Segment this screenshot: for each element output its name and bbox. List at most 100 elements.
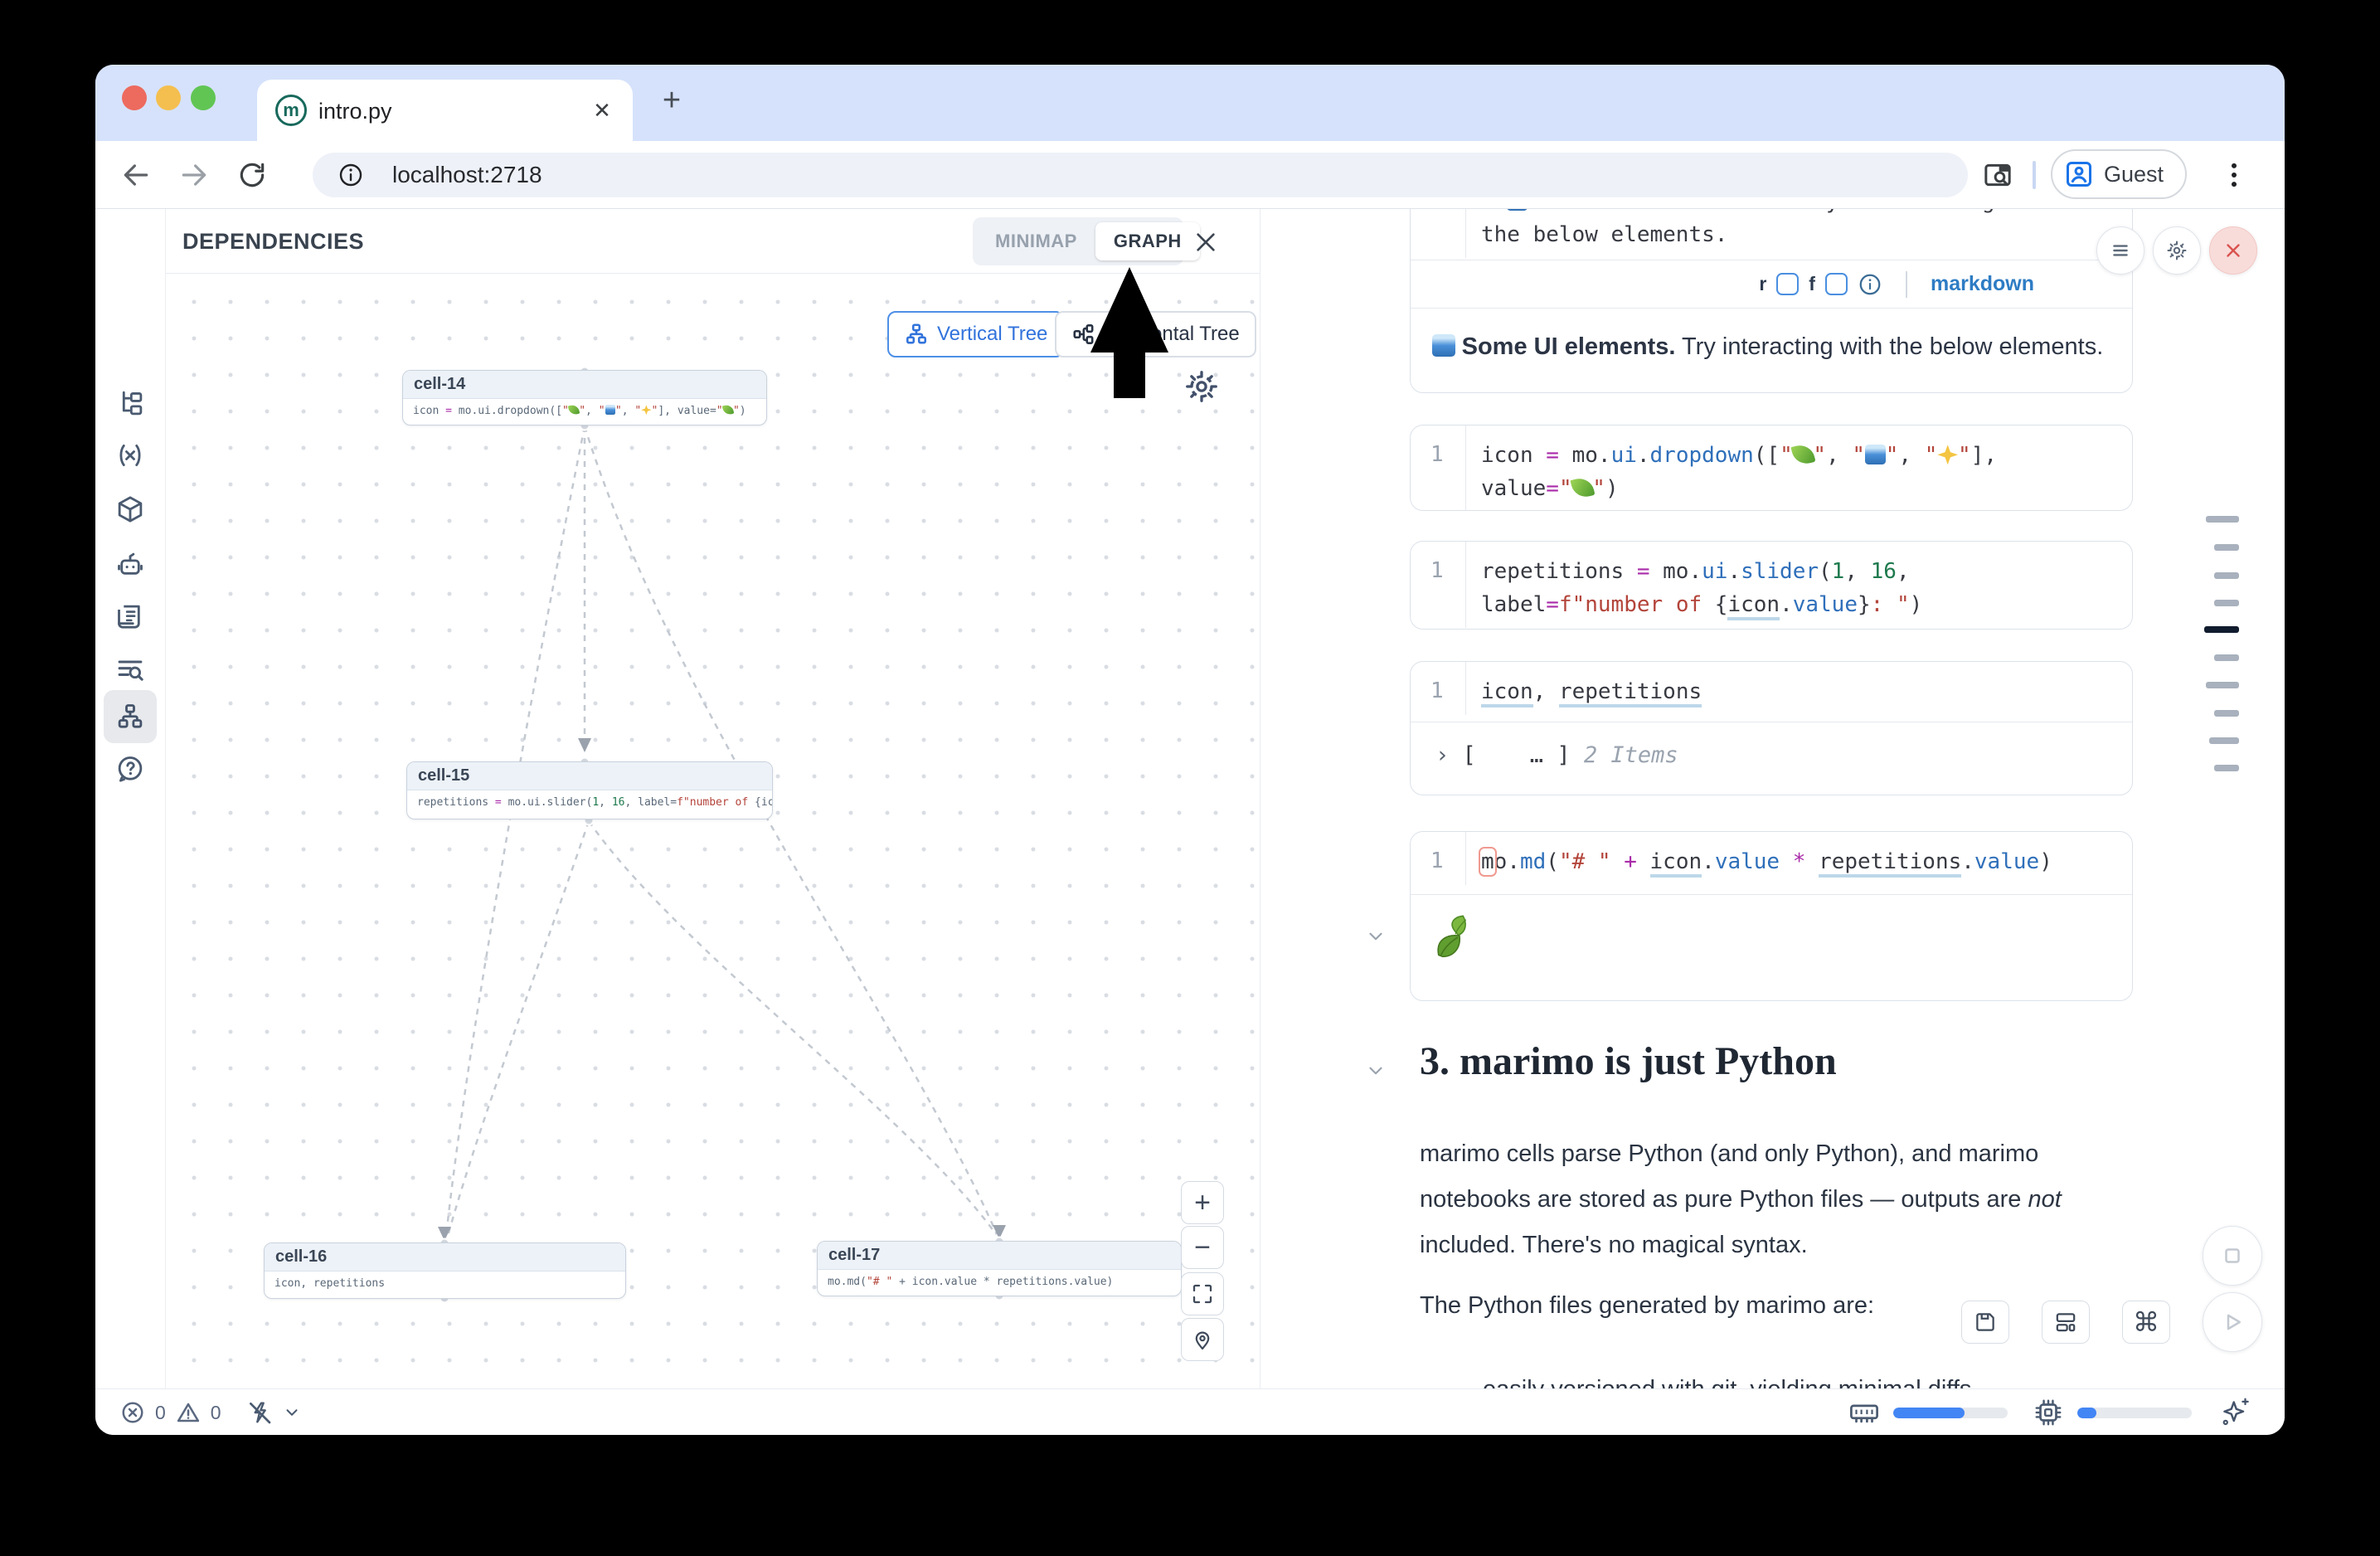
sidebar-item-ai-assistant[interactable] <box>104 538 157 591</box>
node-code: icon, repetitions <box>265 1272 625 1296</box>
code-line[interactable]: icon, repetitions <box>1481 675 2122 708</box>
fit-view-button[interactable] <box>1181 1272 1224 1315</box>
close-panel-icon[interactable] <box>1192 229 1219 255</box>
code-line[interactable]: mo.md("# " + icon.value * repetitions.va… <box>1481 845 2122 878</box>
notebook-settings-button[interactable] <box>2153 226 2201 275</box>
zoom-out-button[interactable]: − <box>1181 1226 1224 1269</box>
address-bar[interactable]: localhost:2718 <box>313 153 1968 197</box>
clipped-list-item: easily versioned with git, yielding mini… <box>1483 1367 2146 1388</box>
profile-button[interactable]: Guest <box>2051 149 2187 199</box>
sidebar-item-snippets[interactable] <box>104 591 157 644</box>
url-text: localhost:2718 <box>392 162 542 188</box>
run-all-button[interactable] <box>2203 1292 2262 1352</box>
cell-menu-button[interactable] <box>2096 226 2144 275</box>
footer-divider <box>1906 271 1907 298</box>
line-number: 1 <box>1430 442 1444 467</box>
collapse-section-icon[interactable] <box>1365 1060 1387 1082</box>
dependencies-header: DEPENDENCIES MINIMAP GRAPH <box>166 209 1260 274</box>
line-number: 1 <box>1430 558 1444 583</box>
notebook-area: 1 ** Some UI elements.** Try interacting… <box>1260 209 2285 1388</box>
reload-icon[interactable] <box>236 159 268 191</box>
browser-toolbar: localhost:2718 Guest <box>95 141 2285 209</box>
location-pin-icon <box>1191 1328 1214 1351</box>
locate-node-button[interactable] <box>1181 1318 1224 1361</box>
collapse-output-icon[interactable] <box>1365 926 1387 947</box>
back-icon[interactable] <box>120 159 152 191</box>
tab-search-icon[interactable] <box>1981 158 2014 192</box>
minimize-window-button[interactable] <box>156 85 181 110</box>
tuple-code-cell[interactable]: 1 icon, repetitions › [ … ] 2 Items <box>1410 661 2133 795</box>
zoom-in-button[interactable]: + <box>1181 1181 1224 1224</box>
new-tab-button[interactable]: + <box>656 86 687 118</box>
tab-graph[interactable]: GRAPH <box>1095 222 1200 260</box>
momd-code-cell[interactable]: 1 mo.md("# " + icon.value * repetitions.… <box>1410 831 2133 1001</box>
vertical-tree-button[interactable]: Vertical Tree <box>887 311 1064 357</box>
minimap-cell-marker[interactable] <box>2214 600 2239 606</box>
code-line[interactable]: ** Some UI elements.** Try interacting w… <box>1481 209 2122 218</box>
layout-toggle-button[interactable] <box>2042 1301 2090 1344</box>
code-line[interactable]: icon = mo.ui.dropdown(["", "", ""], <box>1481 439 2122 472</box>
profile-label: Guest <box>2104 162 2164 187</box>
save-button[interactable] <box>1961 1301 2009 1344</box>
minimap-cell-marker[interactable] <box>2214 765 2239 771</box>
tuple-output[interactable]: › [ … ] 2 Items <box>1411 722 2132 788</box>
shutdown-button[interactable] <box>2209 226 2257 275</box>
graph-settings-icon[interactable] <box>1184 369 1219 404</box>
vertical-tree-icon <box>904 322 929 347</box>
markdown-cell[interactable]: 1 ** Some UI elements.** Try interacting… <box>1410 209 2133 393</box>
code-line[interactable]: value="") <box>1481 472 2122 505</box>
cpu-usage-bar <box>2077 1408 2192 1418</box>
stop-button[interactable] <box>2203 1226 2262 1286</box>
tab-close-icon[interactable]: ✕ <box>590 98 614 123</box>
format-shortcut-label: f <box>1809 273 1815 295</box>
forward-icon[interactable] <box>178 159 210 191</box>
minimap-cell-marker[interactable] <box>2214 654 2239 661</box>
save-icon <box>1973 1310 1998 1335</box>
sidebar-item-dependency-graph[interactable] <box>104 690 157 743</box>
graph-canvas[interactable] <box>166 274 1260 1388</box>
graph-node-cell-16[interactable]: cell-16 icon, repetitions <box>264 1242 626 1299</box>
code-line[interactable]: the below elements. <box>1481 218 2122 251</box>
graph-node-cell-14[interactable]: cell-14 icon = mo.ui.dropdown(["", "", "… <box>402 370 767 425</box>
slider-code-cell[interactable]: 1 repetitions = mo.ui.slider(1, 16, labe… <box>1410 541 2133 630</box>
minimap-cell-marker[interactable] <box>2206 516 2239 523</box>
browser-menu-icon[interactable] <box>2218 159 2250 191</box>
code-line[interactable]: label=f"number of {icon.value}: ") <box>1481 588 2122 621</box>
minimap-current-cell-marker[interactable] <box>2204 626 2239 633</box>
keyboard-shortcuts-button[interactable]: ⌘ <box>2122 1301 2170 1344</box>
memory-usage-bar <box>1893 1408 2008 1418</box>
minimap-cell-marker[interactable] <box>2214 710 2239 717</box>
info-icon[interactable] <box>1858 272 1882 297</box>
sidebar-item-search-logs[interactable] <box>104 643 157 696</box>
dependencies-title: DEPENDENCIES <box>182 229 364 255</box>
sidebar-item-file-explorer[interactable] <box>104 377 157 430</box>
tab-title: intro.py <box>318 99 392 124</box>
command-icon: ⌘ <box>2133 1306 2159 1338</box>
browser-tab[interactable]: m intro.py ✕ <box>257 80 633 141</box>
node-code: icon = mo.ui.dropdown(["", "", ""], valu… <box>403 399 766 423</box>
sidebar-item-packages[interactable] <box>104 483 157 536</box>
sidebar-item-variables[interactable] <box>104 429 157 482</box>
ai-sparkle-icon[interactable] <box>2218 1396 2251 1429</box>
minimap-cell-marker[interactable] <box>2206 682 2239 688</box>
language-toggle[interactable]: markdown <box>1931 272 2034 296</box>
zoom-window-button[interactable] <box>191 85 216 110</box>
chevron-down-icon[interactable] <box>283 1403 301 1422</box>
cell-footer: r f markdown <box>1411 260 2132 308</box>
browser-window: m intro.py ✕ + localhost:2718 Guest <box>95 65 2285 1435</box>
errors-icon[interactable] <box>120 1400 145 1425</box>
minimap-cell-marker[interactable] <box>2214 572 2239 579</box>
site-info-icon[interactable] <box>338 162 364 188</box>
graph-node-cell-15[interactable]: cell-15 repetitions = mo.ui.slider(1, 16… <box>406 761 773 819</box>
code-line[interactable]: repetitions = mo.ui.slider(1, 16, <box>1481 555 2122 588</box>
sidebar-item-help[interactable] <box>104 742 157 795</box>
minimap-cell-marker[interactable] <box>2214 544 2239 551</box>
close-window-button[interactable] <box>122 85 147 110</box>
graph-node-cell-17[interactable]: cell-17 mo.md("# " + icon.value * repeti… <box>817 1241 1182 1296</box>
minimap-cell-marker[interactable] <box>2209 737 2239 744</box>
horizontal-tree-button[interactable]: Horizontal Tree <box>1055 311 1256 357</box>
warnings-icon[interactable] <box>176 1400 201 1425</box>
disconnected-icon[interactable] <box>246 1399 273 1426</box>
dropdown-code-cell[interactable]: 1 icon = mo.ui.dropdown(["", "", ""], va… <box>1410 425 2133 511</box>
tab-minimap[interactable]: MINIMAP <box>977 222 1095 260</box>
